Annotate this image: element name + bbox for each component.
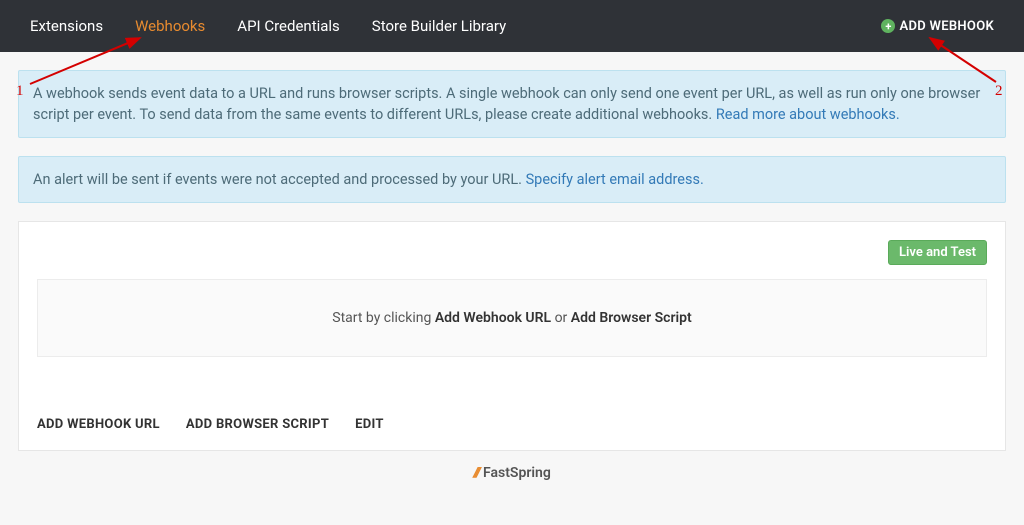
info-text-2: An alert will be sent if events were not… — [33, 171, 526, 188]
specify-alert-email-link[interactable]: Specify alert email address. — [526, 171, 704, 188]
add-webhook-button-label: ADD WEBHOOK — [899, 19, 994, 34]
live-and-test-badge: Live and Test — [888, 240, 987, 265]
nav-tab-api-credentials[interactable]: API Credentials — [237, 17, 340, 35]
empty-bold-2: Add Browser Script — [571, 310, 692, 326]
nav-tab-store-builder-library[interactable]: Store Builder Library — [372, 17, 506, 35]
empty-bold-1: Add Webhook URL — [435, 310, 551, 326]
add-browser-script-button[interactable]: ADD BROWSER SCRIPT — [186, 417, 329, 432]
annotation-number-1: 1 — [16, 83, 24, 100]
footer: /// FastSpring — [18, 451, 1006, 495]
webhook-card: Live and Test Start by clicking Add Webh… — [18, 221, 1006, 451]
page-content: A webhook sends event data to a URL and … — [0, 52, 1024, 513]
empty-prefix: Start by clicking — [332, 310, 435, 326]
card-actions: ADD WEBHOOK URL ADD BROWSER SCRIPT EDIT — [37, 417, 987, 432]
footer-brand-text: FastSpring — [483, 465, 551, 481]
info-box-webhook-description: A webhook sends event data to a URL and … — [18, 70, 1006, 138]
annotation-number-2: 2 — [995, 83, 1003, 100]
add-webhook-button[interactable]: + ADD WEBHOOK — [881, 19, 994, 34]
nav-tab-extensions[interactable]: Extensions — [30, 17, 103, 35]
nav-tabs: Extensions Webhooks API Credentials Stor… — [30, 17, 506, 35]
read-more-webhooks-link[interactable]: Read more about webhooks. — [716, 106, 900, 123]
nav-tab-webhooks[interactable]: Webhooks — [135, 17, 205, 35]
add-webhook-url-button[interactable]: ADD WEBHOOK URL — [37, 417, 160, 432]
fastspring-logo: /// FastSpring — [473, 465, 551, 481]
info-box-alert: An alert will be sent if events were not… — [18, 156, 1006, 203]
empty-state-box: Start by clicking Add Webhook URL or Add… — [37, 279, 987, 357]
top-navbar: Extensions Webhooks API Credentials Stor… — [0, 0, 1024, 52]
edit-button[interactable]: EDIT — [355, 417, 384, 432]
empty-mid: or — [551, 310, 571, 326]
plus-circle-icon: + — [881, 19, 895, 33]
fastspring-mark-icon: /// — [473, 465, 479, 481]
